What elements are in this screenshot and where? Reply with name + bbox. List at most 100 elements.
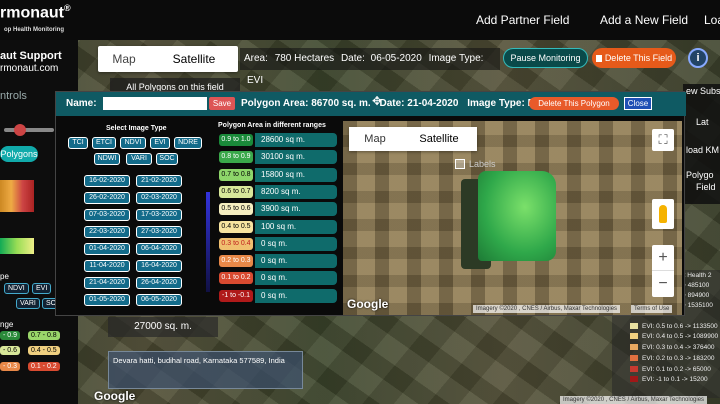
lat-label: Lat	[696, 117, 709, 127]
range-chip: -1 to -0.1	[219, 289, 253, 302]
inner-map-tab[interactable]: Map	[349, 127, 401, 151]
select-image-type-label: Select Image Type	[106, 125, 167, 132]
date-button[interactable]: 17-03-2020	[136, 209, 182, 221]
polygon-field-label: Polygo	[686, 170, 714, 180]
polygon-health-overlay[interactable]	[478, 171, 556, 261]
delete-polygon-button[interactable]: Delete This Polygon	[529, 97, 619, 110]
sidebar-legend-gradient	[0, 180, 34, 212]
nav-load[interactable]: Loa	[704, 13, 720, 27]
date-button[interactable]: 26-04-2020	[136, 277, 182, 289]
legend-item: EVI: 0.3 to 0.4 -> 376400	[642, 344, 715, 351]
date-button[interactable]: 11-04-2020	[84, 260, 130, 272]
satellite-tab[interactable]: Satellite	[150, 46, 238, 72]
legend-swatch	[630, 323, 638, 329]
inner-google-logo: Google	[347, 297, 389, 311]
image-type-etci[interactable]: ETCI	[92, 137, 116, 149]
legend-item: EVI: -1 to 0.1 -> 15200	[642, 376, 708, 383]
sidebar-chip-ndvi[interactable]: NDVI	[4, 283, 29, 294]
date-button[interactable]: 01-04-2020	[84, 243, 130, 255]
fullscreen-icon[interactable]: ⛶	[652, 129, 674, 151]
range-area-value: 0 sq m.	[255, 236, 337, 251]
sidebar-chip-vari[interactable]: VARI	[16, 298, 40, 309]
ranges-title: Polygon Area in different ranges	[218, 122, 326, 129]
opacity-slider-track[interactable]	[4, 128, 54, 132]
polygon-map[interactable]: Map Satellite Labels ⛶ + − Google Imager…	[343, 121, 682, 315]
name-input[interactable]	[103, 97, 207, 110]
range-area-value: 30100 sq m.	[255, 150, 337, 165]
date-button[interactable]: 26-02-2020	[84, 192, 130, 204]
logo-subtitle: op Health Monitoring	[4, 27, 64, 33]
range-area-value: 28600 sq m.	[255, 133, 337, 147]
delete-field-button[interactable]: Delete This Field	[592, 48, 676, 68]
polygons-button[interactable]: Polygons	[0, 146, 38, 162]
map-type-toggle: Map Satellite	[98, 46, 238, 72]
zoom-out-button[interactable]: −	[652, 271, 674, 297]
pegman-icon[interactable]	[652, 199, 674, 229]
sidebar-chip-evi[interactable]: EVI	[32, 283, 52, 294]
date-button[interactable]: 21-04-2020	[84, 277, 130, 289]
range-area-value: 100 sq m.	[255, 219, 337, 234]
nav-add-partner-field[interactable]: Add Partner Field	[476, 13, 569, 27]
legend-item: EVI: 0.4 to 0.5 -> 1089900	[642, 333, 719, 340]
range-chip: 0.3 to 0.4	[219, 237, 253, 250]
sidebar-range-chip[interactable]: - 0.3	[0, 362, 21, 371]
download-kml-link[interactable]: load KM	[686, 145, 719, 155]
legend-swatch	[630, 333, 638, 339]
field-info-bar: Area: 780 Hectares Date: 06-05-2020 Imag…	[240, 48, 500, 86]
map-attribution: Imagery ©2020 , CNES / Airbus, Maxar Tec…	[560, 396, 708, 404]
date-button[interactable]: 07-03-2020	[84, 209, 130, 221]
polygon-area-label: 27000 sq. m.	[108, 317, 218, 337]
opacity-slider-knob[interactable]	[14, 124, 26, 136]
image-type-evi[interactable]: EVI	[150, 137, 170, 149]
date-button[interactable]: 06-05-2020	[136, 294, 182, 306]
info-button[interactable]: i	[688, 48, 708, 68]
nav-add-new-field[interactable]: Add a New Field	[600, 13, 688, 27]
map-tab[interactable]: Map	[98, 46, 150, 72]
logo[interactable]: rmonaut®	[0, 3, 71, 22]
sidebar-range-label: nge	[0, 320, 14, 329]
save-button[interactable]: Save	[209, 97, 235, 110]
date-button[interactable]: 22-03-2020	[84, 226, 130, 238]
pause-monitoring-button[interactable]: Pause Monitoring	[503, 48, 588, 68]
date-button[interactable]: 27-03-2020	[136, 226, 182, 238]
range-chip: 0.8 to 0.9	[219, 151, 253, 164]
date-button[interactable]: 06-04-2020	[136, 243, 182, 255]
date-button[interactable]: 16-04-2020	[136, 260, 182, 272]
date-button[interactable]: 16-02-2020	[84, 175, 130, 187]
sidebar-range-chip[interactable]: 0.1 - 0.2	[28, 362, 60, 371]
sidebar-controls-label: ntrols	[0, 90, 27, 102]
image-type-ndvi[interactable]: NDVI	[120, 137, 146, 149]
image-type-soc[interactable]: SOC	[156, 153, 178, 165]
polygon-detail-modal: Name: Save Polygon Area: 86700 sq. m. Da…	[55, 91, 686, 316]
legend-swatch	[630, 344, 638, 350]
image-type-tci[interactable]: TCI	[68, 137, 88, 149]
terms-of-use-link[interactable]: Terms of Use	[631, 305, 673, 313]
sidebar-type-label: pe	[0, 272, 9, 281]
legend-item: > 485100	[682, 282, 710, 289]
date-button[interactable]: 01-05-2020	[84, 294, 130, 306]
move-cursor-icon: ✥	[372, 94, 383, 108]
labels-checkbox[interactable]	[455, 159, 465, 169]
inner-satellite-tab[interactable]: Satellite	[401, 127, 477, 151]
image-type-vari[interactable]: VARI	[126, 153, 152, 165]
range-area-value: 15800 sq m.	[255, 167, 337, 182]
inner-map-type-toggle: Map Satellite	[349, 127, 477, 151]
date-scroll-bar[interactable]	[206, 192, 210, 292]
sidebar-range-chip[interactable]: - 0.9	[0, 331, 21, 340]
sidebar-legend-gradient-green	[0, 238, 34, 254]
trash-icon	[595, 55, 602, 63]
close-button[interactable]: Close	[624, 97, 652, 110]
sidebar-support-email[interactable]: rmonaut.com	[0, 63, 58, 74]
zoom-in-button[interactable]: +	[652, 245, 674, 271]
sidebar-range-chip[interactable]: - 0.6	[0, 346, 21, 355]
legend-swatch	[630, 355, 638, 361]
image-type-ndre[interactable]: NDRE	[174, 137, 202, 149]
modal-header: Name: Save Polygon Area: 86700 sq. m. Da…	[56, 92, 686, 116]
sidebar-range-chip[interactable]: 0.4 - 0.5	[28, 346, 60, 355]
date-button[interactable]: 21-02-2020	[136, 175, 182, 187]
image-type-ndwi[interactable]: NDWI	[94, 153, 120, 165]
date-button[interactable]: 02-03-2020	[136, 192, 182, 204]
legend-item: > 894900	[682, 292, 710, 299]
sidebar-range-chip[interactable]: 0.7 - 0.8	[28, 331, 60, 340]
view-subscription-link[interactable]: ew Subs	[686, 86, 720, 96]
